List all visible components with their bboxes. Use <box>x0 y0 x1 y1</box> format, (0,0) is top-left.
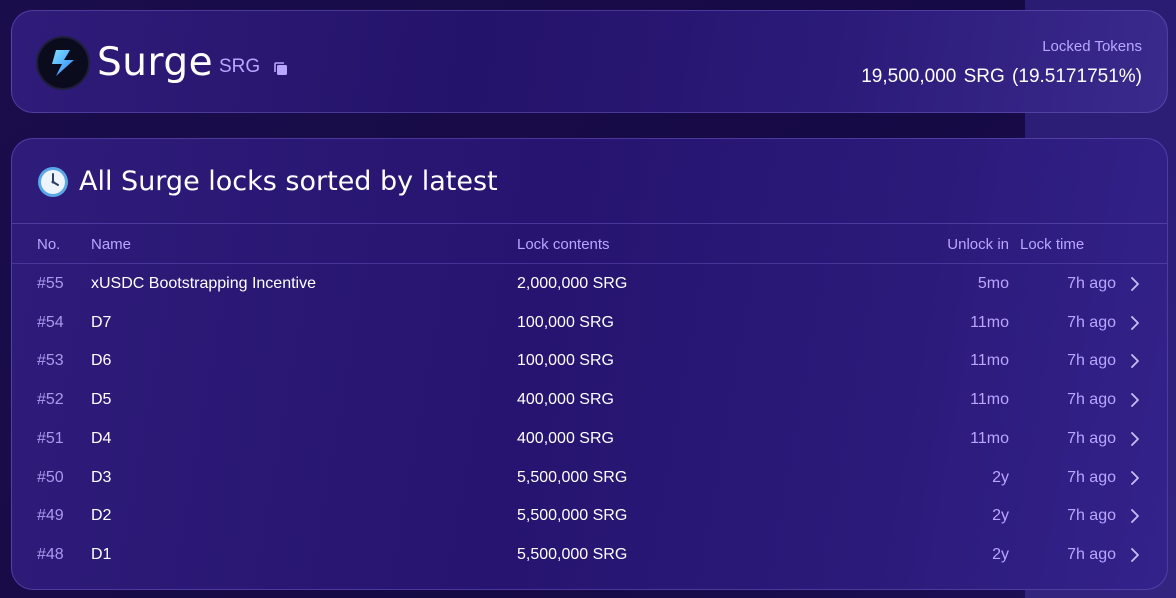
lock-number: #52 <box>37 391 64 409</box>
lock-name: D4 <box>91 429 112 447</box>
chevron-right-icon[interactable] <box>1129 470 1141 485</box>
column-header-unlock-in: Unlock in <box>947 236 1009 253</box>
column-header-lock-contents: Lock contents <box>517 236 610 253</box>
table-header: No. Name Lock contents Unlock in Lock ti… <box>12 224 1167 264</box>
unlock-in: 11mo <box>970 391 1009 409</box>
section-title: All Surge locks sorted by latest <box>79 166 498 197</box>
lock-number: #48 <box>37 545 64 563</box>
lock-contents: 5,500,000 SRG <box>517 545 628 563</box>
lock-time: 7h ago <box>1067 545 1116 563</box>
lock-time: 7h ago <box>1067 507 1116 525</box>
table-row[interactable]: #49 D2 5,500,000 SRG 2y 7h ago <box>12 497 1167 535</box>
table-row[interactable]: #55 xUSDC Bootstrapping Incentive 2,000,00… <box>12 265 1167 303</box>
locked-tokens-value: 19,500,000 SRG (19.5171751%) <box>861 66 1142 87</box>
lock-number: #49 <box>37 507 64 525</box>
lock-number: #53 <box>37 352 64 370</box>
lock-time: 7h ago <box>1067 468 1116 486</box>
chevron-right-icon[interactable] <box>1129 277 1141 291</box>
unlock-in: 11mo <box>970 352 1009 370</box>
column-header-name: Name <box>91 236 132 253</box>
lock-number: #55 <box>37 275 64 292</box>
lock-name: D2 <box>91 507 112 525</box>
unlock-in: 2y <box>992 468 1009 486</box>
chevron-right-icon[interactable] <box>1129 431 1141 446</box>
chevron-right-icon[interactable] <box>1129 354 1141 369</box>
clock-icon <box>37 166 69 198</box>
lock-contents: 400,000 SRG <box>517 429 614 447</box>
table-row[interactable]: #53 D6 100,000 SRG 11mo 7h ago <box>12 342 1167 380</box>
unlock-in: 11mo <box>970 313 1009 331</box>
lock-time: 7h ago <box>1067 391 1116 409</box>
lock-time: 7h ago <box>1067 429 1116 447</box>
chevron-right-icon[interactable] <box>1129 509 1141 524</box>
lock-contents: 100,000 SRG <box>517 352 614 370</box>
token-header-card: Surge SRG Locked Tokens 19,500,000 SRG (… <box>11 10 1168 113</box>
lock-contents: 100,000 SRG <box>517 313 614 331</box>
lock-name: D7 <box>91 313 112 331</box>
token-symbol: SRG <box>219 56 261 77</box>
token-title: Surge <box>97 40 214 85</box>
lock-time: 7h ago <box>1067 275 1116 292</box>
table-row[interactable]: #54 D7 100,000 SRG 11mo 7h ago <box>12 304 1167 342</box>
lock-time: 7h ago <box>1067 313 1116 331</box>
table-row[interactable]: #51 D4 400,000 SRG 11mo 7h ago <box>12 420 1167 458</box>
lock-contents: 5,500,000 SRG <box>517 507 628 525</box>
locks-card: All Surge locks sorted by latest No. Nam… <box>11 138 1168 590</box>
column-header-lock-time: Lock time <box>1020 236 1085 253</box>
lock-name: D3 <box>91 468 112 486</box>
lock-number: #54 <box>37 313 64 331</box>
chevron-right-icon[interactable] <box>1129 547 1141 562</box>
table-row[interactable]: #50 D3 5,500,000 SRG 2y 7h ago <box>12 459 1167 497</box>
locked-tokens-label: Locked Tokens <box>1042 38 1142 55</box>
unlock-in: 11mo <box>970 429 1009 447</box>
surge-logo-icon <box>38 38 88 88</box>
lock-number: #51 <box>37 429 64 447</box>
chevron-right-icon[interactable] <box>1129 315 1141 330</box>
copy-icon[interactable] <box>273 61 289 77</box>
lock-time: 7h ago <box>1067 352 1116 370</box>
unlock-in: 2y <box>992 545 1009 563</box>
lock-name: xUSDC Bootstrapping Incentive <box>91 275 316 292</box>
lock-number: #50 <box>37 468 64 486</box>
column-header-no: No. <box>37 236 61 253</box>
table-row[interactable]: #52 D5 400,000 SRG 11mo 7h ago <box>12 381 1167 419</box>
lock-name: D1 <box>91 545 112 563</box>
lock-contents: 400,000 SRG <box>517 391 614 409</box>
table-row[interactable]: #48 D1 5,500,000 SRG 2y 7h ago <box>12 536 1167 574</box>
unlock-in: 5mo <box>977 275 1009 292</box>
lock-contents: 5,500,000 SRG <box>517 468 628 486</box>
lock-name: D5 <box>91 391 112 409</box>
chevron-right-icon[interactable] <box>1129 393 1141 407</box>
lock-contents: 2,000,000 SRG <box>517 275 628 292</box>
lock-name: D6 <box>91 352 112 370</box>
unlock-in: 2y <box>992 507 1009 525</box>
